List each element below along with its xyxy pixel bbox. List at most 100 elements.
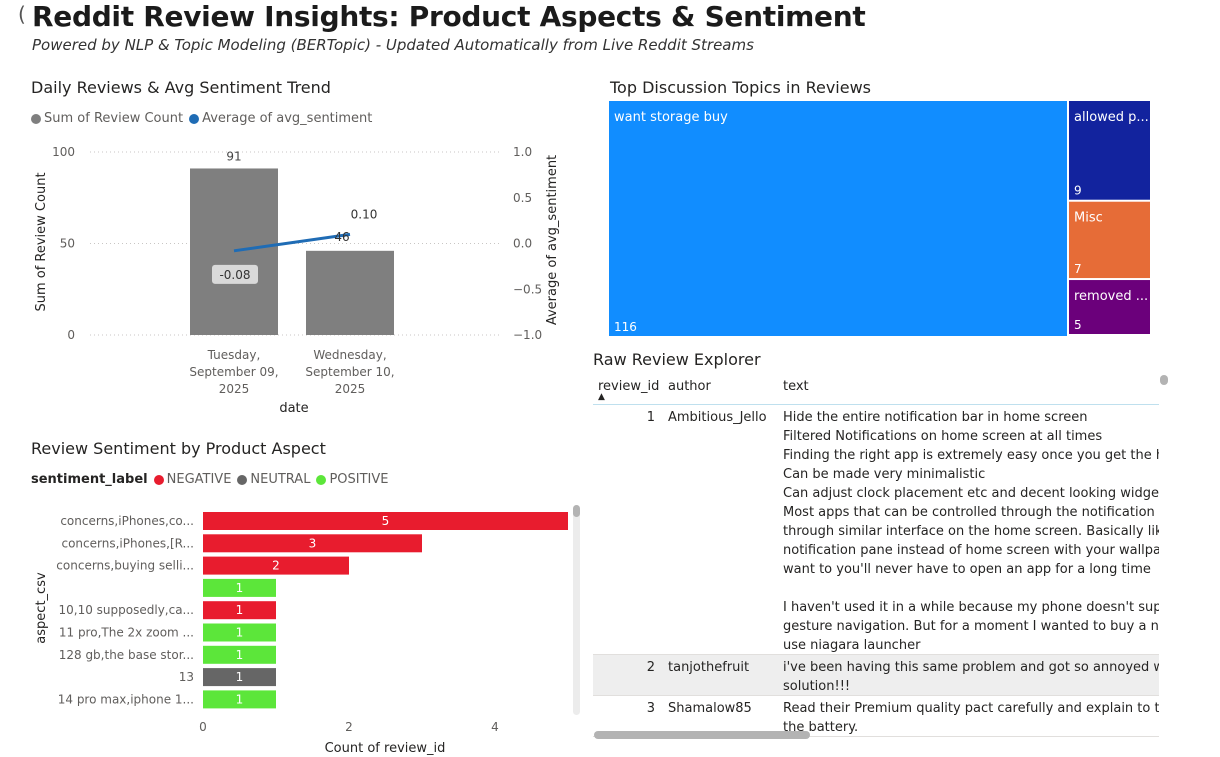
aspect-scrollbar-thumb[interactable]	[573, 505, 580, 517]
y2-tick-label: −0.5	[513, 282, 542, 296]
y2-tick-label: 1.0	[513, 145, 532, 159]
treemap-tile-value: 116	[614, 320, 637, 334]
cell-text-line: I haven't used it in a while because my …	[783, 600, 1159, 615]
table-row[interactable]: 1 Ambitious_Jello Hide the entire notifica…	[593, 405, 1159, 655]
table-horizontal-scrollbar[interactable]	[594, 731, 810, 739]
y-tick-label: 10,10 supposedly,ca...	[59, 603, 195, 617]
y2-tick-label: 0.0	[513, 237, 532, 251]
cell-text-line: solution!!!	[783, 679, 851, 694]
sort-ascending-icon[interactable]: ▲	[598, 392, 605, 402]
y-tick-label: 13	[179, 670, 194, 684]
legend-item-negative[interactable]: NEGATIVE	[153, 472, 232, 487]
cell-review-id: 2	[646, 660, 655, 675]
y2-tick-label: −1.0	[513, 328, 542, 342]
data-label: -0.08	[219, 268, 250, 282]
y-tick-label: 11 pro,The 2x zoom ...	[59, 626, 194, 640]
back-arrow-icon[interactable]: (	[18, 2, 26, 26]
data-label: 1	[236, 670, 244, 684]
cell-text: Hide the entire notification bar in home…	[783, 408, 1159, 655]
treemap-tile-value: 5	[1074, 318, 1082, 332]
treemap-tile-label: allowed p...	[1074, 110, 1149, 125]
cell-text: Read their Premium quality pact carefull…	[783, 699, 1159, 737]
table-vertical-scrollbar[interactable]	[1160, 375, 1168, 385]
legend-title: sentiment_label	[31, 472, 148, 487]
cell-text-line: Filtered Notifications on home screen at…	[783, 429, 1103, 444]
data-label: 0.10	[351, 207, 378, 221]
legend-dot-icon	[316, 474, 327, 485]
legend-item-avg-sentiment[interactable]: Average of avg_sentiment	[189, 111, 372, 126]
x-tick-label: 4	[491, 720, 499, 734]
aspect-chart[interactable]: 5 concerns,iPhones,co... 3 concerns,iPhones…	[0, 500, 575, 757]
x-tick-label: 2025	[335, 382, 366, 396]
x-tick-label: Wednesday,	[313, 348, 386, 362]
y-tick-label: concerns,iPhones,[R...	[61, 536, 194, 550]
page-subtitle: Powered by NLP & Topic Modeling (BERTopi…	[32, 36, 754, 54]
legend-dot-icon	[189, 113, 200, 124]
legend-dot-icon	[31, 113, 41, 124]
x-tick-label: 2	[345, 720, 353, 734]
cell-text-line: the battery.	[783, 720, 859, 735]
treemap-tile-label: want storage buy	[614, 110, 728, 125]
y-axis-title: Sum of Review Count	[34, 172, 49, 311]
legend-label: Sum of Review Count	[44, 111, 184, 126]
legend-label: Average of avg_sentiment	[202, 111, 373, 126]
data-label: 2	[272, 559, 280, 573]
x-tick-label: September 09,	[189, 365, 278, 379]
cell-text-line: Finding the right app is extremely easy …	[783, 448, 1159, 463]
x-tick-label: September 10,	[305, 365, 394, 379]
y-tick-label: concerns,iPhones,co...	[60, 514, 194, 528]
x-tick-label: Tuesday,	[207, 348, 261, 362]
data-label: 46	[334, 230, 349, 244]
treemap-tile-label: removed ...	[1074, 289, 1148, 304]
legend-dot-icon	[153, 474, 164, 485]
page-title: Reddit Review Insights: Product Aspects …	[32, 0, 866, 33]
x-axis-title: Count of review_id	[325, 741, 446, 756]
table-row[interactable]: 2 tanjothefruit i've been having this same…	[593, 655, 1159, 696]
x-tick-label: 0	[199, 720, 207, 734]
data-label: 1	[236, 692, 244, 706]
y2-tick-label: 0.5	[513, 191, 532, 205]
treemap-tile-value: 7	[1074, 262, 1082, 276]
data-label: 1	[236, 581, 244, 595]
aspect-scrollbar-track[interactable]	[573, 505, 580, 715]
cell-text: i've been having this same problem and g…	[783, 658, 1159, 696]
legend-label: POSITIVE	[329, 472, 389, 487]
y2-axis-title: Average of avg_sentiment	[545, 155, 560, 325]
treemap-title: Top Discussion Topics in Reviews	[610, 78, 872, 97]
cell-text-line: i've been having this same problem and g…	[783, 660, 1159, 675]
cell-review-id: 1	[646, 410, 655, 425]
cell-text-line: Read their Premium quality pact carefull…	[783, 701, 1159, 716]
cell-review-id: 3	[646, 701, 655, 716]
cell-author: tanjothefruit	[668, 660, 750, 675]
treemap-tile-label: Misc	[1074, 211, 1103, 226]
column-header-author[interactable]: author	[668, 379, 711, 394]
cell-text-line: Can adjust clock placement etc and decen…	[783, 486, 1159, 501]
trend-legend: Sum of Review Count Average of avg_senti…	[31, 111, 378, 126]
legend-item-neutral[interactable]: NEUTRAL	[237, 472, 310, 487]
legend-label: NEGATIVE	[166, 472, 232, 487]
legend-dot-icon	[237, 474, 248, 485]
y-tick-label: concerns,buying selli...	[56, 559, 194, 573]
trend-chart[interactable]: 0 50 100 1.0 0.5 0.0 −0.5 −1.0 91 46 -0.08 0.10 Tues…	[0, 130, 580, 420]
legend-item-review-count[interactable]: Sum of Review Count	[31, 111, 183, 126]
cell-author: Ambitious_Jello	[668, 410, 767, 425]
data-label: 3	[309, 536, 317, 550]
review-table: review_id ▲ author text 1 Ambitious_Jello…	[593, 376, 1159, 738]
column-header-review-id[interactable]: review_id	[598, 379, 659, 394]
bar	[190, 168, 278, 335]
column-header-text[interactable]: text	[783, 379, 809, 394]
treemap-chart[interactable]: want storage buy 116 allowed p... 9 Misc 7 rem…	[609, 101, 1154, 338]
cell-text-line	[783, 579, 1159, 598]
y-tick-label: 100	[52, 145, 75, 159]
aspect-legend: sentiment_label NEGATIVE NEUTRAL POSITIV…	[31, 472, 395, 487]
data-label: 1	[236, 648, 244, 662]
cell-author: Shamalow85	[668, 701, 752, 716]
cell-text-line: gesture navigation. But for a moment I w…	[783, 619, 1159, 634]
x-axis-title: date	[279, 401, 308, 416]
treemap-tile-value: 9	[1074, 184, 1082, 198]
x-tick-label: 2025	[219, 382, 250, 396]
trend-chart-title: Daily Reviews & Avg Sentiment Trend	[31, 78, 331, 97]
data-label: 91	[226, 149, 241, 163]
legend-item-positive[interactable]: POSITIVE	[316, 472, 389, 487]
legend-label: NEUTRAL	[250, 472, 311, 487]
